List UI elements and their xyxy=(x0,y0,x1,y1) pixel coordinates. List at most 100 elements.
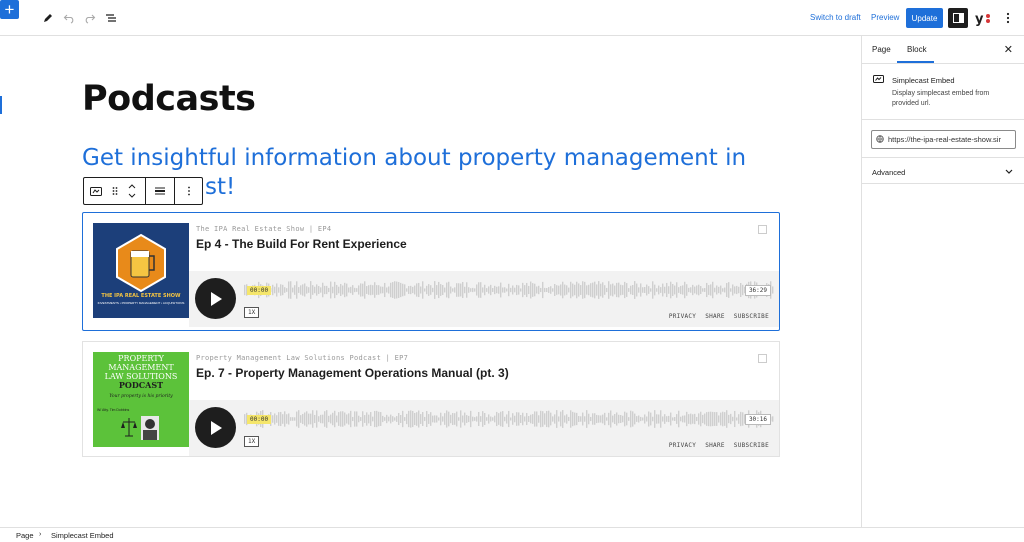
waveform-bar xyxy=(622,285,624,295)
privacy-link[interactable]: PRIVACY xyxy=(669,313,696,320)
waveform-bar xyxy=(366,286,368,294)
waveform-bar xyxy=(534,411,536,427)
close-icon[interactable]: ✕ xyxy=(1004,43,1013,56)
waveform[interactable] xyxy=(244,279,774,301)
waveform-bar xyxy=(308,287,310,293)
align-button[interactable] xyxy=(146,178,175,204)
play-button[interactable] xyxy=(195,407,236,448)
waveform-bar xyxy=(522,282,524,298)
podcast-embed[interactable]: THE IPA REAL ESTATE SHOW INVESTMENTS • P… xyxy=(82,212,780,331)
undo-icon[interactable] xyxy=(59,8,79,28)
waveform-bar xyxy=(436,285,438,295)
waveform-bar xyxy=(560,411,562,427)
subscribe-link[interactable]: SUBSCRIBE xyxy=(734,442,769,449)
waveform-bar xyxy=(372,416,374,422)
waveform-bar xyxy=(434,415,436,423)
breadcrumb-block[interactable]: Simplecast Embed xyxy=(51,531,114,540)
waveform-bar xyxy=(344,412,346,426)
waveform-bar xyxy=(392,416,394,422)
more-options-icon xyxy=(187,186,190,196)
waveform-bar xyxy=(422,281,424,299)
waveform-bar xyxy=(370,284,372,296)
tab-page[interactable]: Page xyxy=(872,45,891,54)
waveform-bar xyxy=(698,284,700,296)
breadcrumb-page[interactable]: Page xyxy=(16,531,34,540)
waveform-bar xyxy=(464,286,466,294)
waveform-bar xyxy=(332,412,334,426)
waveform-bar xyxy=(284,287,286,293)
play-button[interactable] xyxy=(195,278,236,319)
waveform-bar xyxy=(510,287,512,293)
settings-sidebar-toggle[interactable] xyxy=(948,8,968,28)
waveform-bar xyxy=(568,287,570,293)
yoast-icon[interactable]: y xyxy=(973,8,993,28)
waveform-bar xyxy=(530,414,532,424)
waveform-bar xyxy=(640,283,642,297)
waveform-bar xyxy=(472,416,474,422)
waveform-bar xyxy=(652,416,654,422)
add-block-button[interactable]: + xyxy=(0,0,19,19)
privacy-link[interactable]: PRIVACY xyxy=(669,442,696,449)
waveform-bar xyxy=(370,412,372,426)
waveform-bar xyxy=(582,412,584,426)
episode-title[interactable]: Ep 4 - The Build For Rent Experience xyxy=(196,237,407,251)
switch-to-draft-button[interactable]: Switch to draft xyxy=(810,13,861,22)
waveform-bar xyxy=(420,414,422,424)
waveform-bar xyxy=(706,282,708,298)
waveform-bar xyxy=(548,410,550,428)
waveform-bar xyxy=(442,416,444,422)
waveform-bar xyxy=(688,287,690,293)
block-options-button[interactable] xyxy=(175,178,202,204)
pen-tool-icon[interactable] xyxy=(38,8,58,28)
options-icon[interactable] xyxy=(998,8,1018,28)
settings-sidebar: Page Block ✕ Simplecast Embed Display si… xyxy=(861,36,1024,527)
waveform-bar xyxy=(458,417,460,421)
tab-block[interactable]: Block xyxy=(907,45,927,54)
playback-speed-button[interactable]: 1X xyxy=(244,307,260,318)
embed-block-icon[interactable] xyxy=(90,186,102,196)
waveform-bar xyxy=(716,285,718,295)
share-link[interactable]: SHARE xyxy=(705,313,725,320)
expand-icon[interactable] xyxy=(758,225,767,234)
waveform-bar xyxy=(396,281,398,299)
update-button[interactable]: Update xyxy=(906,8,943,28)
waveform-bar xyxy=(632,284,634,296)
waveform-bar xyxy=(410,285,412,295)
waveform-bar xyxy=(450,286,452,294)
cover-line: MANAGEMENT xyxy=(108,363,174,372)
preview-button[interactable]: Preview xyxy=(871,13,899,22)
waveform-bar xyxy=(492,417,494,421)
waveform-bar xyxy=(312,285,314,295)
waveform-bar xyxy=(282,414,284,424)
waveform-bar xyxy=(462,281,464,299)
episode-title[interactable]: Ep. 7 - Property Management Operations M… xyxy=(196,366,509,380)
document-overview-icon[interactable] xyxy=(101,8,121,28)
advanced-panel-toggle[interactable]: Advanced xyxy=(862,160,1024,184)
waveform-bar xyxy=(516,284,518,296)
waveform-bar xyxy=(438,281,440,299)
waveform-bar xyxy=(686,284,688,296)
subscribe-link[interactable]: SUBSCRIBE xyxy=(734,313,769,320)
waveform-bar xyxy=(526,412,528,426)
cover-tagline: Your property is his priority xyxy=(109,394,173,399)
waveform-bar xyxy=(398,282,400,298)
share-link[interactable]: SHARE xyxy=(705,442,725,449)
move-up-down-icon[interactable] xyxy=(128,184,136,198)
podcast-embed[interactable]: PROPERTY MANAGEMENT LAW SOLUTIONS PODCAS… xyxy=(82,341,780,457)
drag-handle-icon[interactable] xyxy=(112,186,118,196)
waveform-bar xyxy=(378,285,380,295)
waveform-bar xyxy=(592,413,594,425)
redo-icon[interactable] xyxy=(80,8,100,28)
waveform-bar xyxy=(280,411,282,427)
playback-speed-button[interactable]: 1X xyxy=(244,436,260,447)
waveform-bar xyxy=(546,410,548,428)
waveform[interactable] xyxy=(244,408,774,430)
embed-url-input[interactable]: https://the-ipa-real-estate-show.sir xyxy=(871,130,1016,149)
waveform-bar xyxy=(494,415,496,423)
waveform-bar xyxy=(516,412,518,426)
page-title[interactable]: Podcasts xyxy=(82,79,256,119)
waveform-bar xyxy=(536,411,538,427)
waveform-bar xyxy=(476,284,478,296)
expand-icon[interactable] xyxy=(758,354,767,363)
block-card: Simplecast Embed Display simplecast embe… xyxy=(862,64,1024,120)
